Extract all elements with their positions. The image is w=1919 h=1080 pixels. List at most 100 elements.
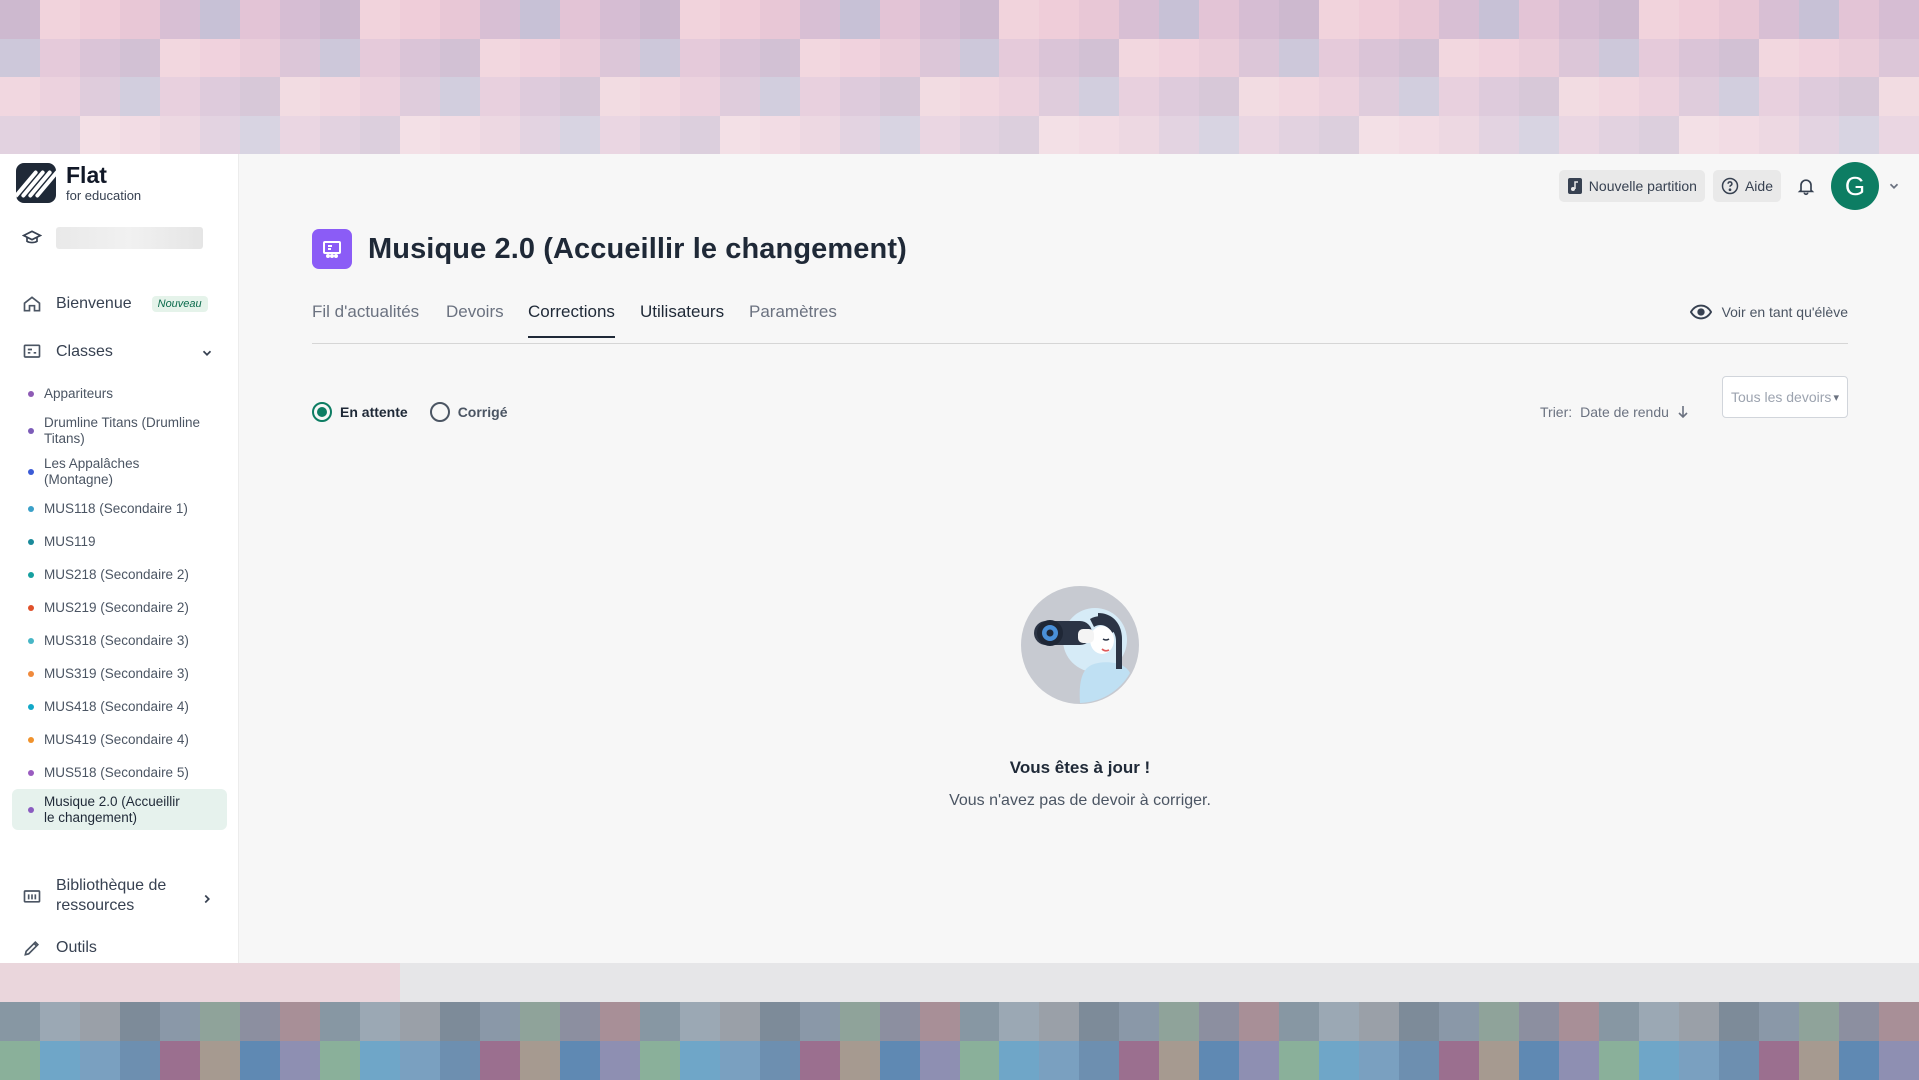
class-list: Appariteurs Drumline Titans (Drumline Tit… — [12, 377, 227, 830]
class-icon — [312, 229, 352, 269]
sidebar-class-item[interactable]: Appariteurs — [12, 377, 227, 410]
new-score-button[interactable]: Nouvelle partition — [1558, 170, 1705, 202]
radio-circle-selected — [312, 402, 332, 422]
class-tabs: Fil d'actualités Devoirs Corrections Uti… — [312, 292, 1848, 344]
blurred-bottom-area — [0, 963, 1919, 1080]
empty-state-text: Vous n'avez pas de devoir à corriger. — [949, 792, 1211, 809]
school-selector[interactable] — [22, 227, 203, 249]
blurred-top-area — [0, 0, 1919, 154]
help-label: Aide — [1744, 178, 1773, 194]
sidebar-item-label: Bibliothèque de ressources — [56, 877, 167, 914]
radio-pending-label: En attente — [340, 404, 408, 420]
sidebar-class-label: MUS318 (Secondaire 3) — [44, 632, 189, 648]
chevron-down-icon[interactable] — [1887, 179, 1901, 193]
score-file-icon — [1567, 178, 1582, 194]
tab-assignments[interactable]: Devoirs — [446, 302, 504, 336]
sort-control[interactable]: Trier: Date de rendu — [1540, 404, 1689, 420]
sidebar-item-library[interactable]: Bibliothèque de ressources — [22, 876, 186, 916]
assignment-select[interactable]: Tous les devoirs ▾ — [1722, 376, 1848, 418]
new-badge: Nouveau — [151, 296, 208, 312]
sidebar-class-label: MUS518 (Secondaire 5) — [44, 764, 189, 780]
chevron-down-icon[interactable] — [200, 346, 214, 360]
chevron-right-icon[interactable] — [200, 892, 214, 906]
tab-corrections[interactable]: Corrections — [528, 302, 615, 338]
home-icon — [23, 296, 41, 312]
class-color-dot — [28, 505, 34, 512]
tab-news-feed[interactable]: Fil d'actualités — [312, 302, 419, 336]
tools-icon — [24, 940, 40, 956]
sidebar-class-label: Les Appalâches (Montagne) — [44, 455, 140, 487]
sidebar-class-label: MUS119 — [44, 533, 96, 549]
tab-settings[interactable]: Paramètres — [749, 302, 837, 336]
sidebar-class-item[interactable]: MUS218 (Secondaire 2) — [12, 558, 227, 591]
tab-users[interactable]: Utilisateurs — [640, 302, 724, 336]
empty-state: Vous êtes à jour ! Vous n'avez pas de de… — [900, 585, 1260, 810]
sidebar-class-label: MUS118 (Secondaire 1) — [44, 500, 188, 516]
sidebar-class-item[interactable]: Les Appalâches (Montagne) — [12, 451, 227, 492]
sidebar-item-welcome[interactable]: Bienvenue Nouveau — [22, 294, 208, 314]
arrow-down-icon — [1678, 406, 1688, 419]
bell-icon[interactable] — [1789, 170, 1823, 202]
sidebar-class-item[interactable]: MUS319 (Secondaire 3) — [12, 657, 227, 690]
sidebar-class-label: Musique 2.0 (Accueillir le changement) — [44, 793, 180, 825]
new-score-label: Nouvelle partition — [1588, 178, 1697, 194]
class-color-dot — [28, 637, 34, 644]
status-filter: En attente Corrigé — [312, 402, 507, 422]
sidebar-class-item[interactable]: MUS419 (Secondaire 4) — [12, 723, 227, 756]
sidebar-class-item[interactable]: MUS119 — [12, 525, 227, 558]
chevron-down-icon: ▾ — [1833, 392, 1839, 404]
binoculars-illustration-icon — [1021, 586, 1139, 704]
help-button[interactable]: Aide — [1712, 170, 1781, 202]
sidebar-class-item[interactable]: MUS118 (Secondaire 1) — [12, 492, 227, 525]
sidebar-class-item[interactable]: MUS219 (Secondaire 2) — [12, 591, 227, 624]
sidebar-class-label: MUS218 (Secondaire 2) — [44, 566, 189, 582]
sidebar: Flat for education Bienvenue Nouveau Cla… — [0, 154, 239, 963]
school-name-redacted — [56, 227, 203, 249]
sidebar-class-item[interactable]: Musique 2.0 (Accueillir le changement) — [12, 789, 227, 830]
radio-circle — [429, 402, 450, 422]
class-color-dot — [28, 604, 34, 611]
sidebar-class-label: MUS419 (Secondaire 4) — [44, 731, 189, 747]
logo-name: Flat — [66, 162, 107, 188]
radio-corrected[interactable]: Corrigé — [429, 402, 508, 422]
sidebar-class-item[interactable]: MUS318 (Secondaire 3) — [12, 624, 227, 657]
sidebar-item-label: Classes — [56, 343, 113, 360]
sidebar-class-label: MUS219 (Secondaire 2) — [44, 599, 189, 615]
class-color-dot — [28, 571, 34, 578]
sidebar-item-classes[interactable]: Classes — [22, 342, 113, 362]
class-color-dot — [28, 468, 34, 475]
classes-icon — [23, 344, 41, 358]
class-header: Musique 2.0 (Accueillir le changement) — [312, 229, 907, 269]
logo-subtitle: for education — [66, 188, 142, 203]
sort-value: Date de rendu — [1580, 404, 1669, 420]
radio-corrected-label: Corrigé — [457, 404, 508, 420]
sidebar-class-item[interactable]: MUS518 (Secondaire 5) — [12, 756, 227, 789]
sidebar-class-item[interactable]: Drumline Titans (Drumline Titans) — [12, 410, 227, 451]
flat-logo-icon — [16, 163, 56, 203]
sidebar-class-item[interactable]: MUS418 (Secondaire 4) — [12, 690, 227, 723]
class-color-dot — [28, 670, 34, 677]
sidebar-class-label: Appariteurs — [44, 385, 114, 401]
sidebar-item-label: Bienvenue — [56, 295, 132, 312]
library-icon — [23, 890, 41, 903]
avatar[interactable]: G — [1831, 162, 1879, 210]
radio-pending[interactable]: En attente — [312, 402, 408, 422]
page-title: Musique 2.0 (Accueillir le changement) — [368, 232, 907, 265]
sidebar-class-label: MUS319 (Secondaire 3) — [44, 665, 189, 681]
logo[interactable]: Flat for education — [16, 163, 141, 203]
class-color-dot — [28, 806, 34, 813]
sidebar-item-label: Outils — [56, 939, 97, 956]
view-as-student-button[interactable]: Voir en tant qu'élève — [1689, 304, 1848, 320]
sort-label: Trier: — [1540, 404, 1573, 420]
sidebar-item-tools[interactable]: Outils — [22, 938, 97, 958]
class-color-dot — [28, 538, 34, 545]
help-icon — [1721, 177, 1739, 195]
class-color-dot — [28, 769, 34, 776]
graduation-cap-icon — [22, 230, 42, 244]
class-color-dot — [28, 736, 34, 743]
view-as-student-label: Voir en tant qu'élève — [1721, 304, 1848, 320]
empty-state-title: Vous êtes à jour ! — [1009, 758, 1151, 777]
eye-icon — [1689, 304, 1712, 320]
sidebar-class-label: MUS418 (Secondaire 4) — [44, 698, 189, 714]
class-color-dot — [28, 427, 34, 434]
